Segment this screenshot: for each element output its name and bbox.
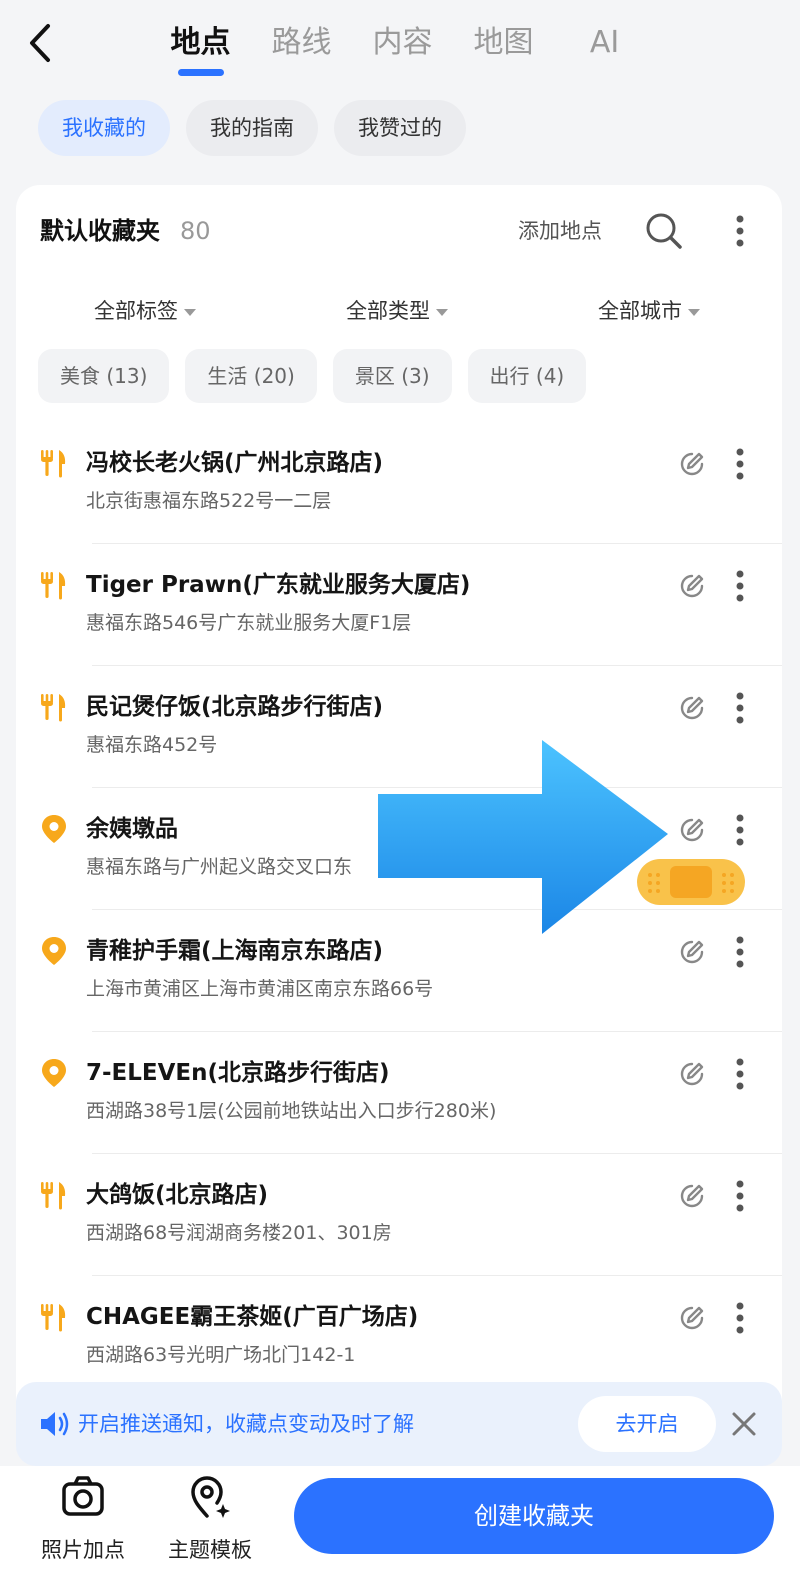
folder-count: 80: [180, 217, 211, 245]
place-address: 惠福东路与广州起义路交叉口东: [86, 856, 353, 878]
food-utensils-icon: [40, 448, 68, 478]
dropdown-label: 全部标签: [94, 299, 178, 323]
place-title: 民记煲仔饭(北京路步行街店): [86, 694, 384, 720]
place-row[interactable]: Tiger Prawn(广东就业服务大厦店) 惠福东路546号广东就业服务大厦F1…: [16, 544, 782, 666]
theme-template-label: 主题模板: [168, 1538, 252, 1562]
food-utensils-icon: [40, 1180, 68, 1210]
place-row[interactable]: 7-ELEVEn(北京路步行街店) 西湖路38号1层(公园前地铁站出入口步行280…: [16, 1032, 782, 1154]
top-navigation: 地点 路线 内容 地图 AI: [0, 0, 800, 90]
search-icon[interactable]: [644, 211, 684, 251]
bottom-action-bar: 照片加点 主题模板 创建收藏夹: [0, 1466, 800, 1571]
more-options-icon[interactable]: [728, 690, 752, 726]
dropdown-all-types[interactable]: 全部类型: [346, 293, 448, 329]
collection-filter-pills: 我收藏的 我的指南 我赞过的: [38, 100, 466, 156]
tab-content[interactable]: 内容: [352, 22, 453, 76]
map-pin-icon: [40, 1058, 68, 1088]
photo-add-place-button[interactable]: 照片加点: [33, 1474, 133, 1564]
photo-add-place-label: 照片加点: [41, 1538, 125, 1562]
map-pin-icon: [40, 936, 68, 966]
place-address: 西湖路63号光明广场北门142-1: [86, 1344, 356, 1366]
place-title: 青稚护手霜(上海南京东路店): [86, 938, 384, 964]
dropdown-all-tags[interactable]: 全部标签: [94, 293, 196, 329]
place-address: 上海市黄浦区上海市黄浦区南京东路66号: [86, 978, 434, 1000]
tab-places[interactable]: 地点: [150, 22, 251, 76]
map-pin-sparkle-icon: [191, 1476, 230, 1518]
place-title: CHAGEE霸王茶姬(广百广场店): [86, 1304, 419, 1330]
place-title: 7-ELEVEn(北京路步行街店): [86, 1060, 390, 1086]
folder-more-icon[interactable]: [728, 213, 752, 249]
more-options-icon[interactable]: [728, 446, 752, 482]
caret-down-icon: [688, 308, 700, 316]
favorites-card: 默认收藏夹 80 添加地点 全部标签 全部类型 全部城市 美食 (13) 生活 …: [16, 185, 782, 1445]
camera-icon: [62, 1476, 104, 1516]
dropdown-all-cities[interactable]: 全部城市: [598, 293, 700, 329]
edit-icon[interactable]: [678, 816, 706, 844]
chip-travel[interactable]: 出行 (4): [467, 349, 587, 403]
map-pin-icon: [40, 814, 68, 844]
place-row[interactable]: 余姨墩品惠福东路与广州起义路交叉口东: [16, 788, 782, 910]
place-row[interactable]: 民记煲仔饭(北京路步行街店) 惠福东路452号: [16, 666, 782, 788]
close-icon[interactable]: [730, 1410, 758, 1438]
more-options-icon[interactable]: [728, 1056, 752, 1092]
chip-food[interactable]: 美食 (13): [38, 349, 170, 403]
folder-header: 默认收藏夹 80 添加地点: [40, 211, 758, 251]
edit-icon[interactable]: [678, 694, 706, 722]
edit-icon[interactable]: [678, 1304, 706, 1332]
caret-down-icon: [436, 308, 448, 316]
folder-title: 默认收藏夹: [40, 217, 160, 245]
edit-icon[interactable]: [678, 572, 706, 600]
dropdown-label: 全部城市: [598, 299, 682, 323]
tab-map[interactable]: 地图: [453, 22, 554, 76]
place-title: 冯校长老火锅(广州北京路店): [86, 450, 384, 476]
filter-dropdowns: 全部标签 全部类型 全部城市: [16, 293, 782, 329]
place-title: Tiger Prawn(广东就业服务大厦店): [86, 572, 471, 598]
place-address: 惠福东路546号广东就业服务大厦F1层: [86, 612, 412, 634]
place-address: 惠福东路452号: [86, 734, 218, 756]
pill-my-likes[interactable]: 我赞过的: [334, 100, 466, 156]
more-options-icon[interactable]: [728, 1178, 752, 1214]
place-address: 西湖路38号1层(公园前地铁站出入口步行280米): [86, 1100, 497, 1122]
place-row[interactable]: 冯校长老火锅(广州北京路店) 北京街惠福东路522号一二层: [16, 422, 782, 544]
create-folder-button[interactable]: 创建收藏夹: [294, 1478, 774, 1554]
add-place-button[interactable]: 添加地点: [518, 211, 602, 251]
edit-icon[interactable]: [678, 1060, 706, 1088]
place-title: 余姨墩品: [86, 816, 178, 842]
food-utensils-icon: [40, 1302, 68, 1332]
food-utensils-icon: [40, 570, 68, 600]
category-chips: 美食 (13) 生活 (20) 景区 (3) 出行 (4): [38, 349, 587, 403]
push-notification-banner: 开启推送通知，收藏点变动及时了解 去开启: [16, 1382, 782, 1466]
place-address: 北京街惠福东路522号一二层: [86, 490, 332, 512]
more-options-icon[interactable]: [728, 1300, 752, 1336]
pill-my-favorites[interactable]: 我收藏的: [38, 100, 170, 156]
place-row[interactable]: CHAGEE霸王茶姬(广百广场店) 西湖路63号光明广场北门142-1: [16, 1276, 782, 1398]
more-options-icon[interactable]: [728, 934, 752, 970]
place-title: 大鸽饭(北京路店): [86, 1182, 269, 1208]
chip-scenic[interactable]: 景区 (3): [332, 349, 452, 403]
theme-template-button[interactable]: 主题模板: [160, 1474, 260, 1564]
place-row[interactable]: 大鸽饭(北京路店) 西湖路68号润湖商务楼201、301房: [16, 1154, 782, 1276]
tab-routes[interactable]: 路线: [251, 22, 352, 76]
chip-life[interactable]: 生活 (20): [185, 349, 317, 403]
tab-bar: 地点 路线 内容 地图 AI: [150, 22, 655, 76]
edit-icon[interactable]: [678, 450, 706, 478]
more-options-icon[interactable]: [728, 568, 752, 604]
place-address: 西湖路68号润湖商务楼201、301房: [86, 1222, 392, 1244]
place-list: 冯校长老火锅(广州北京路店) 北京街惠福东路522号一二层 Tiger Prawn(…: [16, 422, 782, 1398]
speaker-icon: [38, 1408, 72, 1440]
place-row[interactable]: 青稚护手霜(上海南京东路店) 上海市黄浦区上海市黄浦区南京东路66号: [16, 910, 782, 1032]
edit-icon[interactable]: [678, 1182, 706, 1210]
dropdown-label: 全部类型: [346, 299, 430, 323]
notification-text: 开启推送通知，收藏点变动及时了解: [78, 1412, 414, 1436]
more-options-icon[interactable]: [728, 812, 752, 848]
back-arrow-icon[interactable]: [22, 20, 62, 66]
food-utensils-icon: [40, 692, 68, 722]
caret-down-icon: [184, 308, 196, 316]
tab-ai[interactable]: AI: [554, 22, 655, 76]
edit-icon[interactable]: [678, 938, 706, 966]
enable-notification-button[interactable]: 去开启: [578, 1396, 716, 1452]
pill-my-guides[interactable]: 我的指南: [186, 100, 318, 156]
